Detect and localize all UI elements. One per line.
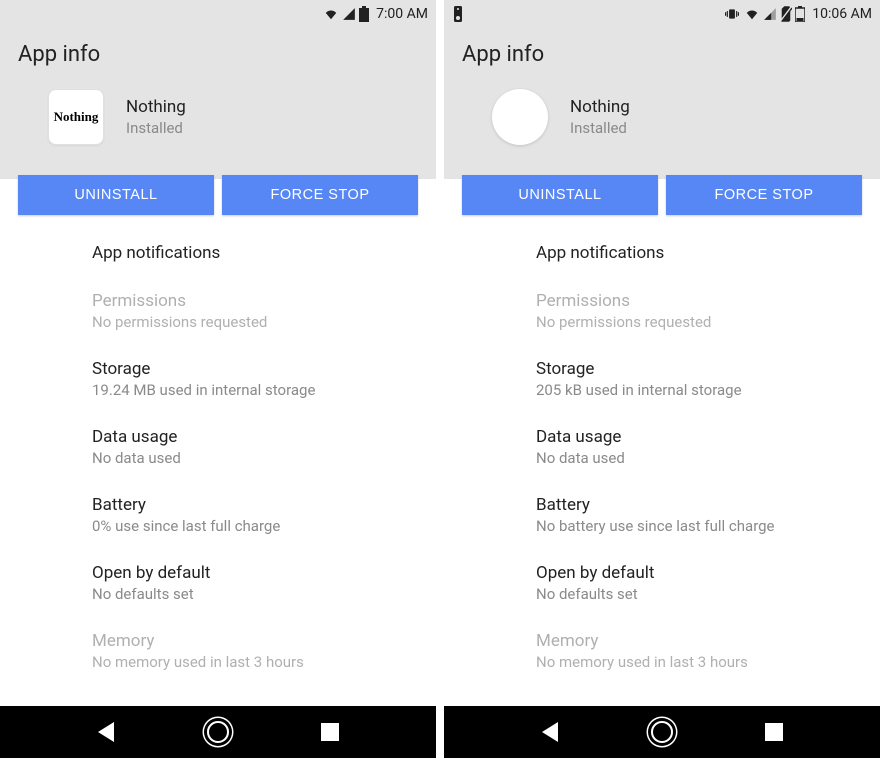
recent-square-icon — [765, 723, 783, 741]
home-button[interactable] — [637, 707, 687, 757]
setting-title: Battery — [92, 495, 418, 515]
battery-full-icon — [359, 6, 369, 22]
setting-open-by-default[interactable]: Open by default No defaults set — [0, 549, 436, 617]
status-time: 10:06 AM — [812, 6, 872, 22]
setting-subtitle: No memory used in last 3 hours — [92, 653, 418, 671]
speaker-icon — [452, 6, 464, 22]
action-button-row: UNINSTALL FORCE STOP — [444, 175, 880, 215]
setting-title: App notifications — [536, 243, 862, 263]
nav-bar — [0, 706, 436, 758]
app-install-status: Installed — [570, 119, 630, 137]
app-meta: Nothing Installed — [570, 97, 630, 137]
setting-subtitle: No data used — [92, 449, 418, 467]
setting-battery[interactable]: Battery 0% use since last full charge — [0, 481, 436, 549]
vibrate-icon — [723, 7, 741, 21]
force-stop-button[interactable]: FORCE STOP — [222, 175, 418, 215]
setting-title: Storage — [536, 359, 862, 379]
setting-title: Memory — [536, 631, 862, 651]
app-summary-row: Nothing Installed — [462, 67, 862, 171]
action-button-row: UNINSTALL FORCE STOP — [0, 175, 436, 215]
page-title: App info — [462, 42, 862, 67]
setting-permissions: Permissions No permissions requested — [0, 277, 436, 345]
back-button[interactable] — [81, 707, 131, 757]
recent-square-icon — [321, 723, 339, 741]
setting-title: Battery — [536, 495, 862, 515]
app-icon: Nothing — [48, 89, 104, 145]
setting-app-notifications[interactable]: App notifications — [444, 229, 880, 277]
page-title: App info — [18, 42, 418, 67]
cell-signal-icon — [763, 7, 777, 21]
back-triangle-icon — [98, 722, 114, 742]
setting-memory: Memory No memory used in last 3 hours — [444, 617, 880, 685]
back-triangle-icon — [542, 722, 558, 742]
setting-open-by-default[interactable]: Open by default No defaults set — [444, 549, 880, 617]
app-icon — [492, 89, 548, 145]
setting-memory: Memory No memory used in last 3 hours — [0, 617, 436, 685]
recent-apps-button[interactable] — [305, 707, 355, 757]
setting-battery[interactable]: Battery No battery use since last full c… — [444, 481, 880, 549]
phone-screen-left: 7:00 AM App info Nothing Nothing Install… — [0, 0, 436, 758]
uninstall-button[interactable]: UNINSTALL — [462, 175, 658, 215]
setting-title: Storage — [92, 359, 418, 379]
home-circle-icon — [207, 721, 229, 743]
setting-subtitle: No permissions requested — [92, 313, 418, 331]
setting-subtitle: 0% use since last full charge — [92, 517, 418, 535]
setting-title: Permissions — [536, 291, 862, 311]
setting-permissions: Permissions No permissions requested — [444, 277, 880, 345]
phone-screen-right: 10:06 AM App info Nothing Installed UNIN… — [444, 0, 880, 758]
setting-title: Data usage — [92, 427, 418, 447]
setting-subtitle: No memory used in last 3 hours — [536, 653, 862, 671]
setting-title: Permissions — [92, 291, 418, 311]
app-name: Nothing — [126, 97, 186, 117]
setting-subtitle: No battery use since last full charge — [536, 517, 862, 535]
app-install-status: Installed — [126, 119, 186, 137]
home-circle-icon — [651, 721, 673, 743]
setting-data-usage[interactable]: Data usage No data used — [444, 413, 880, 481]
status-bar: 7:00 AM — [0, 0, 436, 28]
setting-app-notifications[interactable]: App notifications — [0, 229, 436, 277]
setting-data-usage[interactable]: Data usage No data used — [0, 413, 436, 481]
setting-title: Open by default — [536, 563, 862, 583]
setting-subtitle: 205 kB used in internal storage — [536, 381, 862, 399]
setting-subtitle: No defaults set — [92, 585, 418, 603]
app-meta: Nothing Installed — [126, 97, 186, 137]
setting-storage[interactable]: Storage 19.24 MB used in internal storag… — [0, 345, 436, 413]
setting-title: Memory — [92, 631, 418, 651]
setting-title: App notifications — [92, 243, 418, 263]
setting-subtitle: 19.24 MB used in internal storage — [92, 381, 418, 399]
recent-apps-button[interactable] — [749, 707, 799, 757]
force-stop-button[interactable]: FORCE STOP — [666, 175, 862, 215]
wifi-icon — [744, 7, 760, 21]
setting-subtitle: No permissions requested — [536, 313, 862, 331]
app-info-header: App info Nothing Installed — [444, 28, 880, 179]
uninstall-button[interactable]: UNINSTALL — [18, 175, 214, 215]
status-bar: 10:06 AM — [444, 0, 880, 28]
nav-bar — [444, 706, 880, 758]
home-button[interactable] — [193, 707, 243, 757]
app-info-header: App info Nothing Nothing Installed — [0, 28, 436, 179]
setting-subtitle: No defaults set — [536, 585, 862, 603]
setting-subtitle: No data used — [536, 449, 862, 467]
back-button[interactable] — [525, 707, 575, 757]
setting-storage[interactable]: Storage 205 kB used in internal storage — [444, 345, 880, 413]
no-sim-icon — [780, 6, 792, 22]
app-name: Nothing — [570, 97, 630, 117]
setting-title: Data usage — [536, 427, 862, 447]
setting-title: Open by default — [92, 563, 418, 583]
settings-list: App notifications Permissions No permiss… — [0, 223, 436, 706]
battery-low-icon — [795, 6, 805, 22]
cell-signal-icon — [342, 7, 356, 21]
settings-list: App notifications Permissions No permiss… — [444, 223, 880, 706]
status-time: 7:00 AM — [376, 6, 428, 22]
wifi-icon — [323, 7, 339, 21]
app-summary-row: Nothing Nothing Installed — [18, 67, 418, 171]
